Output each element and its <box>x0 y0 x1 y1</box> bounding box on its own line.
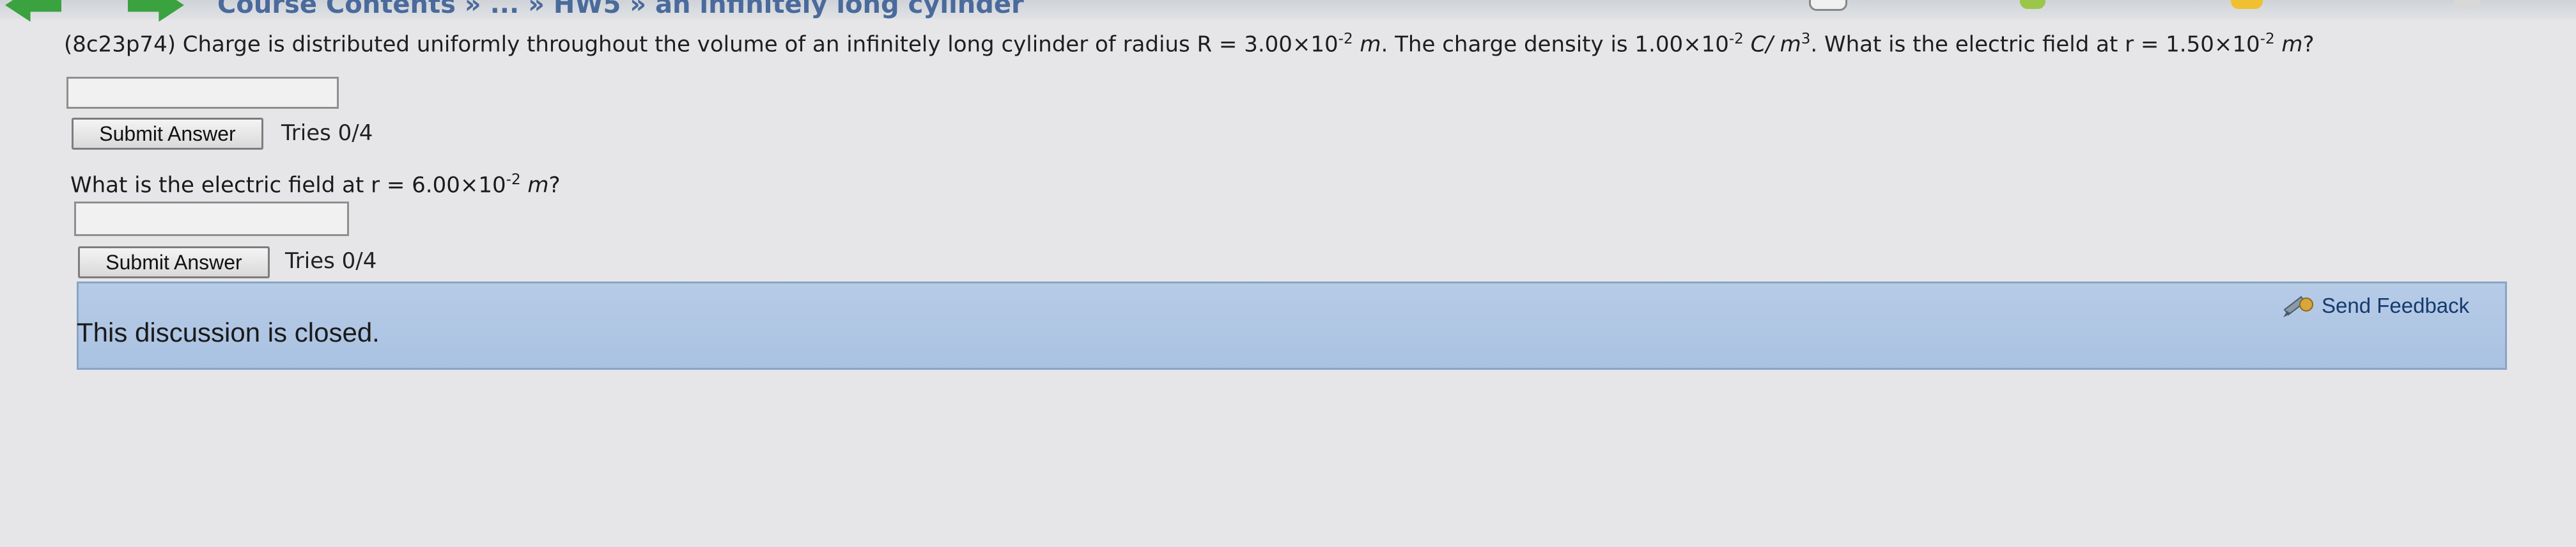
breadcrumb[interactable]: Course Contents » ... » HW5 » an infinit… <box>217 0 1024 19</box>
back-arrow-icon[interactable] <box>5 0 61 22</box>
answer-input-2[interactable] <box>74 202 349 236</box>
forward-arrow-icon[interactable] <box>128 0 184 22</box>
unit: m <box>520 172 549 198</box>
unit: m <box>2274 31 2303 58</box>
discussion-closed-text: This discussion is closed. <box>77 317 380 347</box>
question-part: ? <box>2302 31 2315 58</box>
exponent: -2 <box>1338 31 1353 47</box>
toolbar-icon[interactable] <box>2455 0 2480 9</box>
unit: C/ m <box>1743 31 1801 58</box>
top-nav-bar: Course Contents » ... » HW5 » an infinit… <box>0 0 2576 22</box>
answer-input-1[interactable] <box>66 77 339 109</box>
exponent: -2 <box>1728 31 1744 47</box>
question-part: . What is the electric field at r = 1.50… <box>1810 31 2260 58</box>
exponent: -2 <box>2260 31 2275 47</box>
discussion-panel <box>77 281 2507 370</box>
exponent: 3 <box>1801 31 1811 47</box>
unit: m <box>1353 31 1381 58</box>
submit-answer-button-2[interactable]: Submit Answer <box>78 246 270 278</box>
question-part: What is the electric field at r = 6.00×1… <box>70 172 506 198</box>
question-part: . The charge density is 1.00×10 <box>1381 31 1729 58</box>
question-text: (8c23p74) Charge is distributed uniforml… <box>64 31 2315 57</box>
question-text-2: What is the electric field at r = 6.00×1… <box>70 171 561 198</box>
toolbar-icon[interactable] <box>1809 0 1847 11</box>
toolbar-icon[interactable] <box>2231 0 2263 9</box>
question-part: ? <box>548 172 561 198</box>
question-part: (8c23p74) Charge is distributed uniforml… <box>64 31 1338 58</box>
send-feedback-link[interactable]: Send Feedback <box>2282 292 2469 320</box>
send-feedback-label[interactable]: Send Feedback <box>2322 294 2469 318</box>
toolbar-icon[interactable] <box>2020 0 2045 9</box>
feedback-icon <box>2282 293 2315 319</box>
submit-answer-button-1[interactable]: Submit Answer <box>72 118 263 150</box>
tries-counter-1: Tries 0/4 <box>281 120 373 146</box>
exponent: -2 <box>506 171 521 188</box>
tries-counter-2: Tries 0/4 <box>285 248 377 274</box>
